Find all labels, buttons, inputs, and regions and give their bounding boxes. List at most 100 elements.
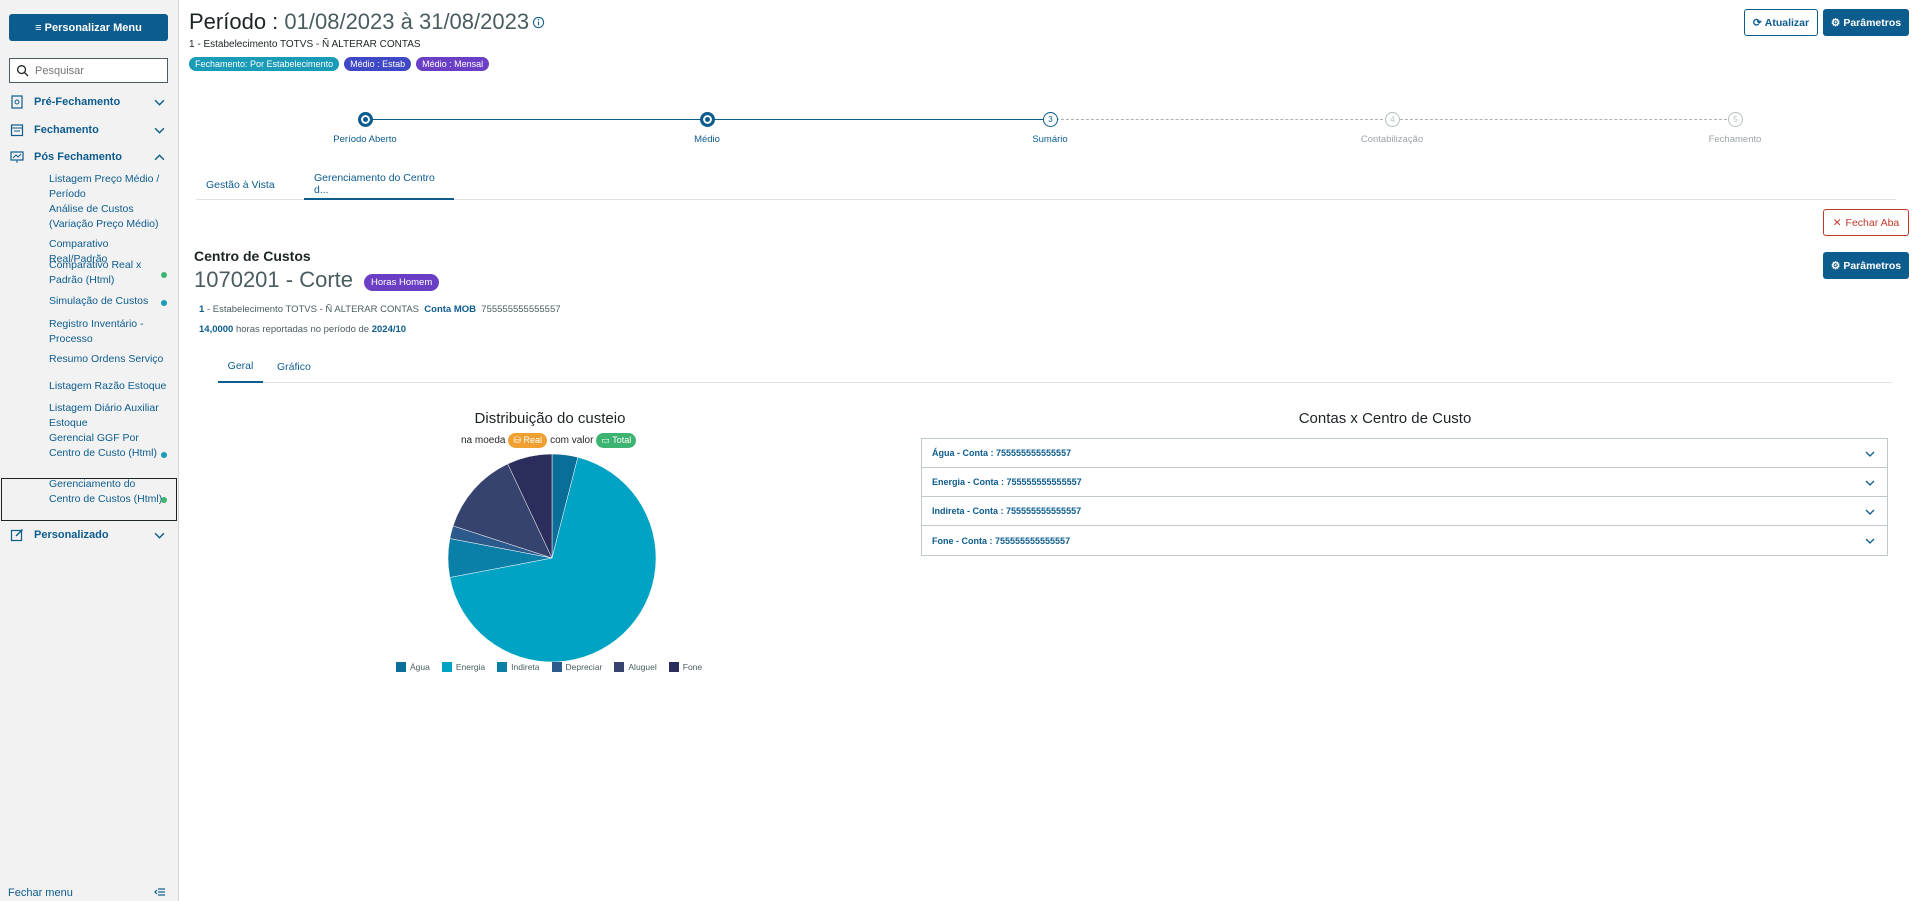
step-3-label: Sumário [1032, 134, 1068, 145]
sidebar-item-comparativo-real-x-padrao-html[interactable]: Comparativo Real x Padrão (Html) [49, 258, 167, 288]
step-2-node [700, 112, 715, 127]
cost-center-parameters-button[interactable]: ⚙ Parâmetros [1823, 252, 1909, 279]
accounts-accordion: Água - Conta : 755555555555557 Energia -… [921, 438, 1888, 556]
legend-item-depreciar[interactable]: Depreciar [551, 662, 603, 672]
nav-fechamento[interactable]: Fechamento [0, 118, 179, 142]
nav-personalizado[interactable]: Personalizado [0, 523, 179, 547]
cost-center-name: 1070201 - Corte [194, 267, 353, 292]
legend-item-energia[interactable]: Energia [441, 662, 486, 672]
main-content: Período : 01/08/2023 à 31/08/2023 1 - Es… [180, 0, 1912, 901]
currency-pill: ⛁ Real [508, 433, 548, 448]
step-1-label: Período Aberto [333, 134, 397, 145]
nav-label: Pré-Fechamento [34, 96, 121, 108]
gear-icon: ⚙ [1830, 259, 1841, 272]
refresh-button[interactable]: ⟳ Atualizar [1744, 9, 1818, 36]
accordion-label: Indireta - Conta : 755555555555557 [932, 506, 1082, 516]
tab-gerenciamento-centro[interactable]: Gerenciamento do Centro d... [304, 170, 454, 200]
document-icon [11, 95, 23, 109]
accordion-item-indireta[interactable]: Indireta - Conta : 755555555555557 [922, 497, 1887, 526]
close-icon: ✕ [1832, 216, 1842, 229]
status-dot [161, 497, 167, 503]
presentation-icon [10, 151, 24, 163]
status-dot [161, 452, 167, 458]
tag-list: Fechamento: Por Estabelecimento Médio : … [189, 57, 490, 71]
account-value: 755555555555557 [481, 304, 561, 315]
accordion-item-energia[interactable]: Energia - Conta : 755555555555557 [922, 468, 1887, 497]
chevron-down-icon [154, 127, 165, 134]
chevron-down-icon [154, 532, 165, 539]
search-input[interactable] [35, 64, 155, 77]
step-4-node: 4 [1385, 112, 1400, 127]
legend-swatch [396, 662, 406, 672]
legend-swatch [551, 662, 562, 672]
nav-pre-fechamento[interactable]: Pré-Fechamento [0, 90, 179, 114]
chevron-down-icon [1865, 509, 1875, 515]
account-label: Conta MOB [424, 304, 476, 315]
calendar-icon [10, 124, 24, 137]
sidebar: ≡ Personalizar Menu Pré-Fechamento Fecha… [0, 0, 179, 901]
establishment-text: 1 - Estabelecimento TOTVS - Ñ ALTERAR CO… [189, 39, 421, 50]
legend-item-indireta[interactable]: Indireta [497, 662, 540, 672]
accordion-item-agua[interactable]: Água - Conta : 755555555555557 [922, 439, 1887, 468]
tab-grafico[interactable]: Gráfico [267, 351, 321, 383]
accordion-label: Fone - Conta : 755555555555557 [932, 535, 1071, 546]
pie-svg [447, 453, 657, 663]
refresh-icon: ⟳ [1752, 16, 1762, 29]
search-field[interactable] [9, 58, 168, 83]
period-label: Período : [189, 9, 279, 34]
step-5-label: Fechamento [1708, 134, 1762, 145]
value-middle: com valor [550, 435, 594, 446]
legend-item-aluguel[interactable]: Aluguel [614, 662, 657, 672]
chevron-down-icon [154, 99, 165, 106]
accordion-label: Água - Conta : 755555555555557 [932, 448, 1072, 458]
sidebar-item-registro-inventario[interactable]: Registro Inventário - Processo [49, 317, 167, 347]
period-value: 2024/10 [371, 324, 407, 335]
nav-label: Pós Fechamento [34, 151, 123, 163]
close-tab-button[interactable]: ✕ Fechar Aba [1823, 209, 1909, 236]
sidebar-item-listagem-razao-estoque[interactable]: Listagem Razão Estoque [49, 379, 167, 394]
page-title: Período : 01/08/2023 à 31/08/2023 [189, 9, 529, 35]
sidebar-item-listagem-diario-auxiliar[interactable]: Listagem Diário Auxiliar Estoque [49, 401, 167, 431]
personalize-menu-button[interactable]: ≡ Personalizar Menu [9, 14, 168, 41]
period-value: 01/08/2023 à 31/08/2023 [284, 9, 530, 34]
legend-item-agua[interactable]: Água [396, 662, 430, 672]
legend-swatch [497, 662, 508, 672]
sidebar-item-gerenciamento-centro-custos[interactable]: Gerenciamento do Centro de Custos (Html) [49, 477, 167, 507]
accounts-title: Contas x Centro de Custo [1298, 410, 1472, 427]
value-pill: ▭ Total [596, 433, 637, 448]
collapse-menu-icon[interactable] [154, 886, 166, 898]
sidebar-item-gerencial-ggf[interactable]: Gerencial GGF Por Centro de Custo (Html) [49, 431, 167, 461]
cost-center-heading: Centro de Custos [194, 248, 311, 264]
money-icon: ⛁ [513, 435, 522, 445]
accordion-item-fone[interactable]: Fone - Conta : 755555555555557 [922, 526, 1887, 555]
close-menu-link[interactable]: Fechar menu [8, 887, 73, 899]
legend-label: Energia [455, 662, 486, 672]
legend-label: Depreciar [565, 662, 603, 672]
tab-gestao-a-vista[interactable]: Gestão à Vista [196, 170, 285, 200]
sidebar-item-analise-custos[interactable]: Análise de Custos (Variação Preço Médio) [49, 202, 167, 232]
sidebar-item-resumo-ordens-servico[interactable]: Resumo Ordens Serviço [49, 352, 167, 367]
legend-label: Água [410, 662, 430, 672]
value-label: Total [612, 435, 632, 445]
tag-medio-mensal: Médio : Mensal [416, 57, 490, 71]
status-dot [161, 272, 167, 278]
tag-medio-estab: Médio : Estab [344, 57, 412, 71]
sidebar-item-listagem-preco-medio[interactable]: Listagem Preço Médio / Período [49, 172, 167, 202]
parameters-button[interactable]: ⚙ Parâmetros [1823, 9, 1909, 36]
progress-stepper: Período Aberto Médio 3 Sumário 4 Contabi… [180, 108, 1912, 148]
parameters-label: Parâmetros [1843, 16, 1902, 29]
sidebar-item-simulacao-custos[interactable]: Simulação de Custos [49, 294, 167, 309]
detail-tabs: Geral Gráfico [218, 351, 1892, 383]
chevron-up-icon [154, 154, 165, 161]
estab-number: 1 [199, 304, 205, 315]
close-tab-label: Fechar Aba [1845, 216, 1900, 229]
step-5-node: 5 [1728, 112, 1743, 127]
pie-chart [446, 452, 658, 664]
tag-fechamento: Fechamento: Por Estabelecimento [189, 57, 340, 71]
tab-geral[interactable]: Geral [218, 351, 263, 383]
nav-pos-fechamento[interactable]: Pós Fechamento [0, 145, 179, 169]
cash-icon: ▭ [601, 435, 610, 445]
nav-label: Fechamento [34, 124, 99, 136]
legend-item-fone[interactable]: Fone [668, 662, 702, 672]
info-icon[interactable] [532, 16, 545, 29]
